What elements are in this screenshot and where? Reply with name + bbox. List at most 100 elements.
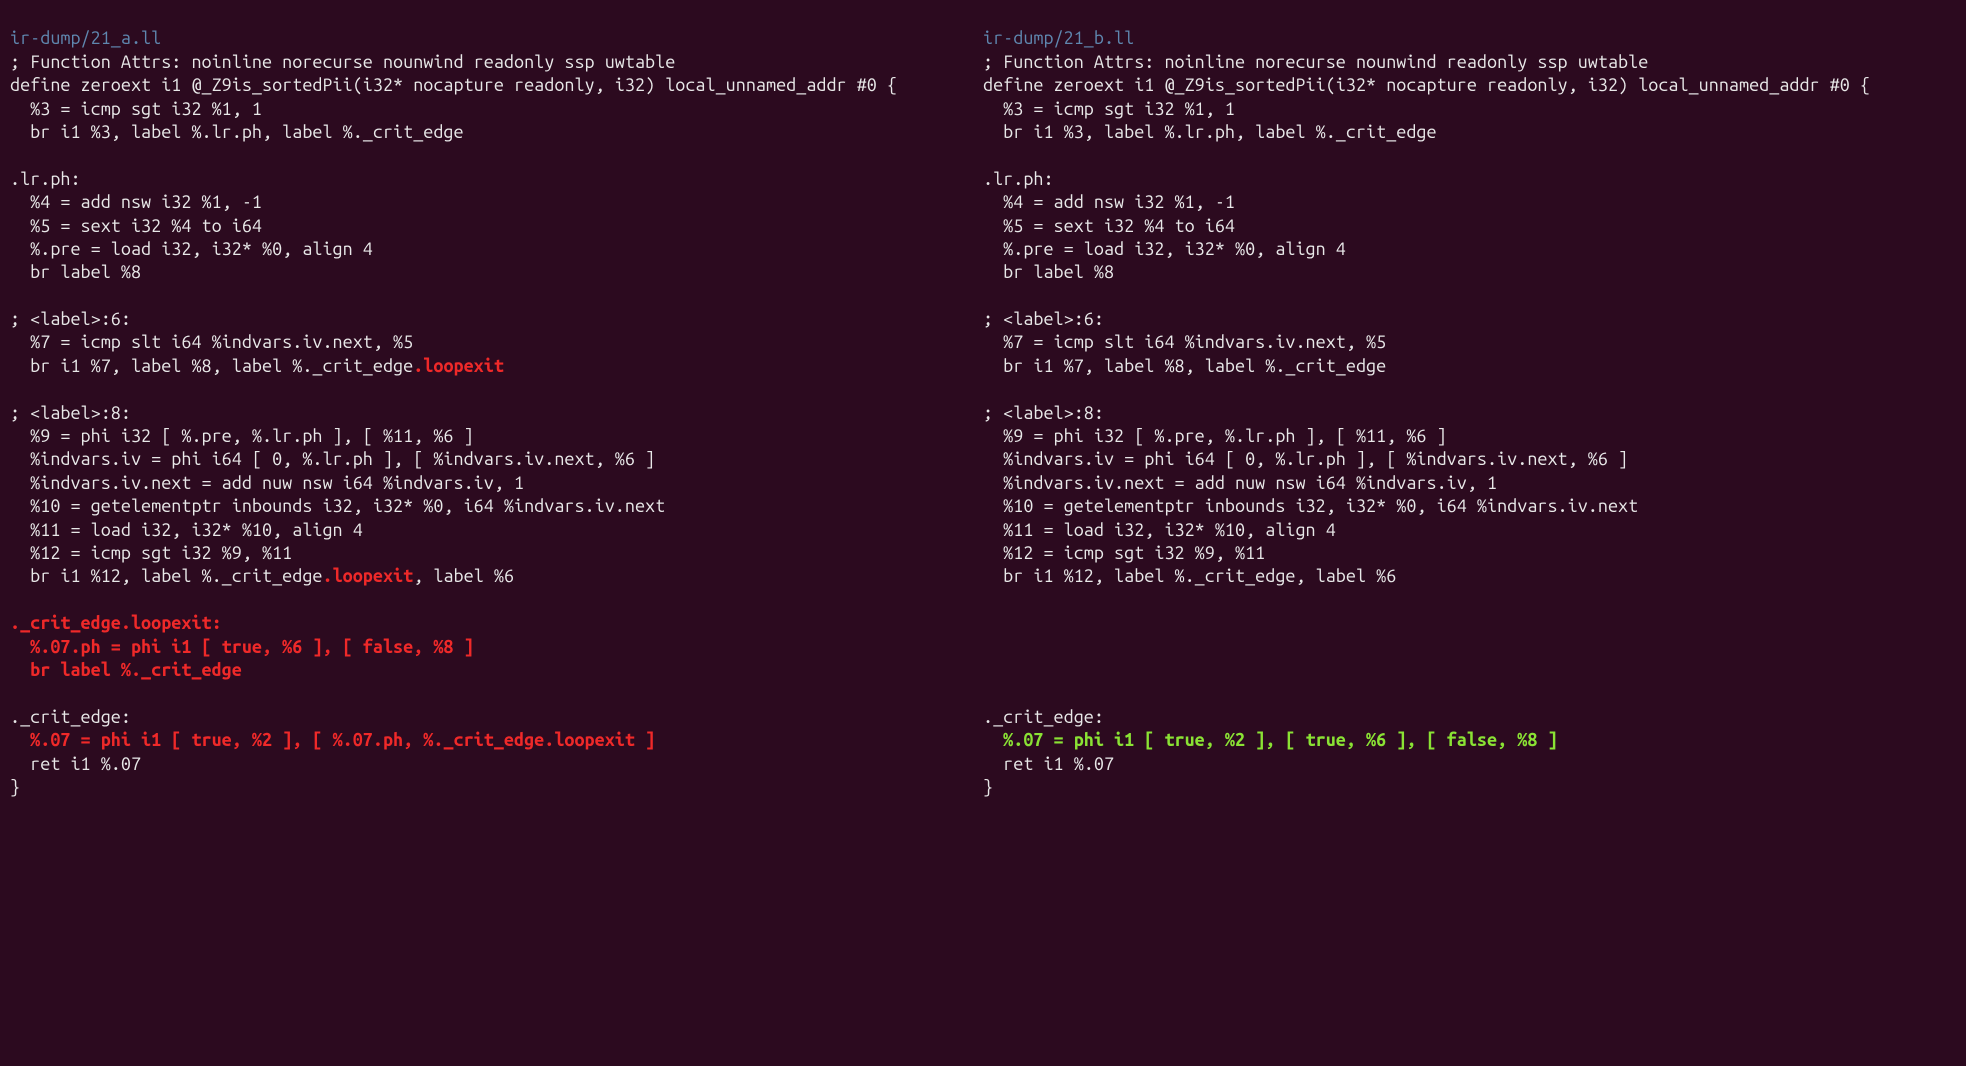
code-line: %7 = icmp slt i64 %indvars.iv.next, %5 [10, 331, 973, 354]
diff-removed-text: %.07.ph, %._crit_edge.loopexit [333, 730, 635, 750]
code-text: %12 = icmp sgt i32 %9, %11 [10, 543, 292, 563]
code-line: %indvars.iv.next = add nuw nsw i64 %indv… [10, 472, 973, 495]
code-text: .lr.ph: [983, 169, 1054, 189]
code-text: %7 = icmp slt i64 %indvars.iv.next, %5 [983, 332, 1386, 352]
code-line: ; Function Attrs: noinline norecurse nou… [10, 51, 973, 74]
code-line: %3 = icmp sgt i32 %1, 1 [983, 98, 1946, 121]
code-text: br i1 %3, label %.lr.ph, label %._crit_e… [10, 122, 464, 142]
code-line: %indvars.iv = phi i64 [ 0, %.lr.ph ], [ … [983, 448, 1946, 471]
code-text: } [10, 777, 20, 797]
code-text: %indvars.iv.next = add nuw nsw i64 %indv… [983, 473, 1497, 493]
code-text: br i1 %7, label %8, label %._crit_edge [10, 356, 413, 376]
code-text: } [983, 777, 993, 797]
code-line: %10 = getelementptr inbounds i32, i32* %… [10, 495, 973, 518]
right-pane: ir-dump/21_b.ll; Function Attrs: noinlin… [983, 4, 1956, 799]
code-line: %4 = add nsw i32 %1, -1 [983, 191, 1946, 214]
code-text: .lr.ph: [10, 169, 81, 189]
code-line [983, 636, 1946, 659]
diff-added-text: true, %6 ], [ false, %8 [1306, 730, 1538, 750]
code-line: ret i1 %.07 [10, 753, 973, 776]
code-line: br i1 %12, label %._crit_edge.loopexit, … [10, 565, 973, 588]
code-line: %.07.ph = phi i1 [ true, %6 ], [ false, … [10, 636, 973, 659]
code-line: %indvars.iv.next = add nuw nsw i64 %indv… [983, 472, 1946, 495]
code-line: ._crit_edge.loopexit: [10, 612, 973, 635]
code-line: %11 = load i32, i32* %10, align 4 [10, 519, 973, 542]
diff-removed-text: ] [635, 730, 655, 750]
code-line [983, 285, 1946, 308]
code-line: %5 = sext i32 %4 to i64 [983, 215, 1946, 238]
code-line: br i1 %7, label %8, label %._crit_edge.l… [10, 355, 973, 378]
code-text: ; Function Attrs: noinline norecurse nou… [10, 52, 675, 72]
code-line: %3 = icmp sgt i32 %1, 1 [10, 98, 973, 121]
code-line [983, 589, 1946, 612]
code-text: %11 = load i32, i32* %10, align 4 [983, 520, 1336, 540]
code-text: %5 = sext i32 %4 to i64 [10, 216, 262, 236]
code-line [983, 612, 1946, 635]
code-line: %7 = icmp slt i64 %indvars.iv.next, %5 [983, 331, 1946, 354]
diff-added-text: %.07 = phi i1 [ true, %2 ], [ [983, 730, 1306, 750]
code-line [983, 378, 1946, 401]
code-text: %.pre = load i32, i32* %0, align 4 [983, 239, 1346, 259]
diff-added-text: ] [1537, 730, 1557, 750]
code-text: ; <label>:8: [10, 403, 131, 423]
diff-removed-text: %.07.ph = phi i1 [ true, %6 ], [ false, … [10, 637, 474, 657]
code-line: ; Function Attrs: noinline norecurse nou… [983, 51, 1946, 74]
code-text: %.pre = load i32, i32* %0, align 4 [10, 239, 373, 259]
code-line: define zeroext i1 @_Z9is_sortedPii(i32* … [10, 74, 973, 97]
code-text: ; Function Attrs: noinline norecurse nou… [983, 52, 1648, 72]
code-text: %indvars.iv = phi i64 [ 0, %.lr.ph ], [ … [983, 449, 1628, 469]
code-line: br i1 %12, label %._crit_edge, label %6 [983, 565, 1946, 588]
code-line: ; <label>:8: [983, 402, 1946, 425]
code-text: define zeroext i1 @_Z9is_sortedPii(i32* … [10, 75, 897, 95]
code-line [10, 144, 973, 167]
code-text: br i1 %12, label %._crit_edge, label %6 [983, 566, 1396, 586]
code-text: %11 = load i32, i32* %10, align 4 [10, 520, 363, 540]
diff-removed-text: .loopexit [413, 356, 504, 376]
code-line: %10 = getelementptr inbounds i32, i32* %… [983, 495, 1946, 518]
code-line: ._crit_edge: [10, 706, 973, 729]
code-line: br i1 %3, label %.lr.ph, label %._crit_e… [10, 121, 973, 144]
code-line: define zeroext i1 @_Z9is_sortedPii(i32* … [983, 74, 1946, 97]
code-line: %4 = add nsw i32 %1, -1 [10, 191, 973, 214]
code-line: %5 = sext i32 %4 to i64 [10, 215, 973, 238]
code-line: br label %._crit_edge [10, 659, 973, 682]
code-text: %5 = sext i32 %4 to i64 [983, 216, 1235, 236]
code-line [10, 378, 973, 401]
code-line: br label %8 [10, 261, 973, 284]
code-line: ; <label>:8: [10, 402, 973, 425]
code-line: %9 = phi i32 [ %.pre, %.lr.ph ], [ %11, … [983, 425, 1946, 448]
code-text: %9 = phi i32 [ %.pre, %.lr.ph ], [ %11, … [983, 426, 1447, 446]
right-code: ; Function Attrs: noinline norecurse nou… [983, 51, 1946, 800]
diff-removed-text: ._crit_edge.loopexit: [10, 613, 222, 633]
code-line: br i1 %7, label %8, label %._crit_edge [983, 355, 1946, 378]
code-line [983, 144, 1946, 167]
code-line [983, 682, 1946, 705]
code-text: ret i1 %.07 [10, 754, 141, 774]
code-line [10, 682, 973, 705]
diff-removed-text: br label %._crit_edge [10, 660, 242, 680]
code-line: ._crit_edge: [983, 706, 1946, 729]
code-line: br i1 %3, label %.lr.ph, label %._crit_e… [983, 121, 1946, 144]
code-line: %12 = icmp sgt i32 %9, %11 [983, 542, 1946, 565]
code-text: %indvars.iv = phi i64 [ 0, %.lr.ph ], [ … [10, 449, 655, 469]
code-line: ; <label>:6: [10, 308, 973, 331]
code-line: %.pre = load i32, i32* %0, align 4 [983, 238, 1946, 261]
code-text: br i1 %7, label %8, label %._crit_edge [983, 356, 1386, 376]
code-text: define zeroext i1 @_Z9is_sortedPii(i32* … [983, 75, 1870, 95]
code-text: ; <label>:6: [10, 309, 131, 329]
code-text: %9 = phi i32 [ %.pre, %.lr.ph ], [ %11, … [10, 426, 474, 446]
code-line [10, 589, 973, 612]
code-line: .lr.ph: [10, 168, 973, 191]
code-text: br i1 %12, label %._crit_edge [10, 566, 322, 586]
left-filename: ir-dump/21_a.ll [10, 27, 973, 50]
code-text: ._crit_edge: [983, 707, 1104, 727]
code-text: %10 = getelementptr inbounds i32, i32* %… [10, 496, 665, 516]
code-line: ; <label>:6: [983, 308, 1946, 331]
code-text: br i1 %3, label %.lr.ph, label %._crit_e… [983, 122, 1437, 142]
code-line: } [10, 776, 973, 799]
code-line: %.pre = load i32, i32* %0, align 4 [10, 238, 973, 261]
code-line: %9 = phi i32 [ %.pre, %.lr.ph ], [ %11, … [10, 425, 973, 448]
code-line: %.07 = phi i1 [ true, %2 ], [ true, %6 ]… [983, 729, 1946, 752]
code-line [983, 659, 1946, 682]
code-line: } [983, 776, 1946, 799]
